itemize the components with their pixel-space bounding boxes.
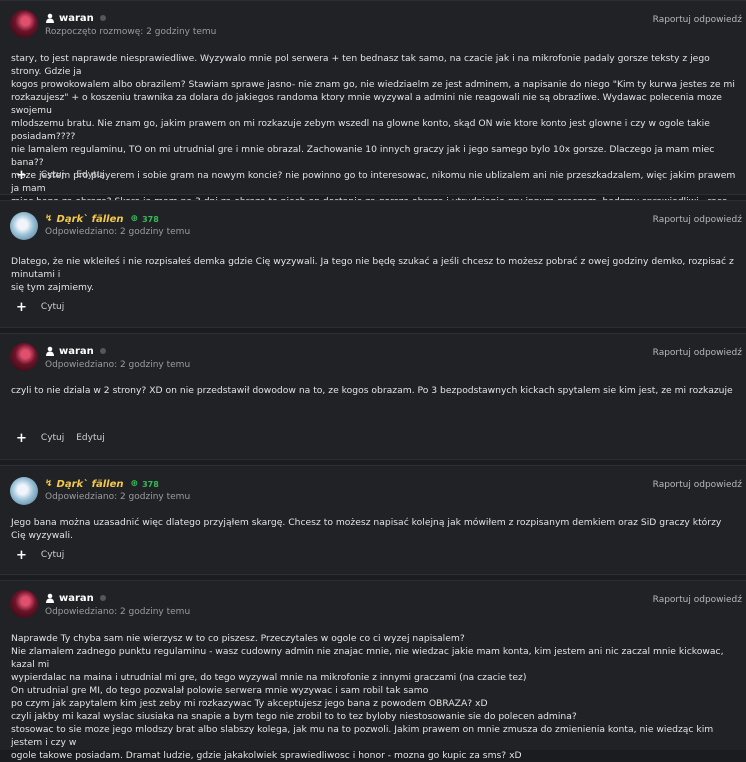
report-link[interactable]: Raportuj odpowiedź xyxy=(653,215,742,225)
post-line: Nie zlamalem zadnego punktu regulaminu -… xyxy=(11,646,724,670)
post-line: czyli jakby mi kazal wyslac siusiaka na … xyxy=(11,711,577,722)
post-line: wypierdalac na maina i utrudnial mi gre,… xyxy=(11,672,527,683)
quote-button[interactable]: Cytuj xyxy=(41,302,64,312)
avatar[interactable] xyxy=(10,10,38,38)
report-link[interactable]: Raportuj odpowiedź xyxy=(653,15,742,25)
author-name[interactable]: waran xyxy=(59,346,94,357)
offline-status-icon xyxy=(99,15,106,21)
post-body: Naprawde Ty chyba sam nie wierzysz w to … xyxy=(11,632,738,762)
post-line: nie lamalem regulaminu, TO on mi utrudni… xyxy=(11,144,715,168)
post-3: waran Odpowiedziano: 2 godziny temu Rapo… xyxy=(0,333,746,460)
avatar[interactable] xyxy=(10,212,38,240)
add-reaction-icon[interactable]: + xyxy=(16,168,27,183)
offline-status-icon xyxy=(99,595,106,601)
post-line: ogole takowe posiadam. Dramat ludzie, gd… xyxy=(11,750,522,761)
user-rank-icon: ↯ xyxy=(45,214,53,224)
post-actions: + Cytuj xyxy=(16,548,76,563)
quote-button[interactable]: Cytuj xyxy=(41,550,64,560)
author-name[interactable]: waran xyxy=(59,13,94,24)
post-line: po czym jak zapytalem kim jest zeby mi r… xyxy=(11,698,488,709)
post-actions: + Cytuj Edytuj xyxy=(16,168,117,183)
user-icon xyxy=(46,346,54,356)
author-name[interactable]: Dąrk` fällen xyxy=(57,479,124,490)
post-author: ↯ Dąrk` fällen ⊕ 378 xyxy=(45,477,159,491)
post-actions: + Cytuj Edytuj xyxy=(16,431,117,446)
avatar[interactable] xyxy=(10,343,38,371)
add-reaction-icon[interactable]: + xyxy=(16,431,27,446)
post-author: ↯ Dąrk` fällen ⊕ 378 xyxy=(45,212,159,226)
reputation-value: 378 xyxy=(142,214,159,224)
avatar[interactable] xyxy=(10,477,38,505)
post-line: rozkazujesz" + o koszeniu trawnika za do… xyxy=(11,92,722,116)
user-icon xyxy=(46,593,54,603)
post-meta: Odpowiedziano: 2 godziny temu xyxy=(45,492,191,502)
post-line: stary, to jest naprawde niesprawiedliwe.… xyxy=(11,53,710,77)
user-rank-icon: ↯ xyxy=(45,479,53,489)
post-body: Jego bana można uzasadnić więc dlatego p… xyxy=(11,516,738,542)
post-actions: + Cytuj xyxy=(16,300,76,315)
post-meta: Rozpoczęto rozmowę: 2 godziny temu xyxy=(45,27,217,37)
post-line: Naprawde Ty chyba sam nie wierzysz w to … xyxy=(11,633,465,644)
report-link[interactable]: Raportuj odpowiedź xyxy=(653,348,742,358)
post-line: Dlatego, że nie wkleiłeś i nie rozpisałe… xyxy=(11,256,734,280)
report-link[interactable]: Raportuj odpowiedź xyxy=(653,595,742,605)
post-author: waran xyxy=(45,344,106,358)
post-line: czyli to nie dziala w 2 strony? XD on ni… xyxy=(11,385,733,396)
reputation-value: 378 xyxy=(142,479,159,489)
post-author: waran xyxy=(45,11,106,25)
user-icon xyxy=(46,13,54,23)
post-body: Dlatego, że nie wkleiłeś i nie rozpisałe… xyxy=(11,255,738,294)
post-2: ↯ Dąrk` fällen ⊕ 378 Odpowiedziano: 2 go… xyxy=(0,200,746,328)
offline-status-icon xyxy=(99,348,106,354)
post-author: waran xyxy=(45,591,106,605)
edit-button[interactable]: Edytuj xyxy=(76,170,104,180)
post-meta: Odpowiedziano: 2 godziny temu xyxy=(45,227,191,237)
post-4: ↯ Dąrk` fällen ⊕ 378 Odpowiedziano: 2 go… xyxy=(0,465,746,575)
author-name[interactable]: Dąrk` fällen xyxy=(57,214,124,225)
report-link[interactable]: Raportuj odpowiedź xyxy=(653,480,742,490)
add-reaction-icon[interactable]: + xyxy=(16,548,27,563)
post-line: mlodszemu bratu. Nie znam go, jakim praw… xyxy=(11,118,710,142)
post-meta: Odpowiedziano: 2 godziny temu xyxy=(45,607,191,617)
quote-button[interactable]: Cytuj xyxy=(41,433,64,443)
post-line: moze jestem pro playerem i sobie gram na… xyxy=(11,170,736,194)
post-body: stary, to jest naprawde niesprawiedliwe.… xyxy=(11,52,738,221)
reputation-icon: ⊕ xyxy=(130,479,139,489)
reputation-icon: ⊕ xyxy=(130,214,139,224)
post-line: Jego bana można uzasadnić więc dlatego p… xyxy=(11,517,722,541)
post-body: czyli to nie dziala w 2 strony? XD on ni… xyxy=(11,384,738,397)
post-line: On utrudnial gre MI, do tego pozwalał po… xyxy=(11,685,429,696)
post-meta: Odpowiedziano: 2 godziny temu xyxy=(45,360,191,370)
quote-button[interactable]: Cytuj xyxy=(41,170,64,180)
post-line: stosowac to sie moze jego mlodszy brat a… xyxy=(11,724,714,748)
edit-button[interactable]: Edytuj xyxy=(76,433,104,443)
author-name[interactable]: waran xyxy=(59,593,94,604)
avatar[interactable] xyxy=(10,590,38,618)
post-1: waran Rozpoczęto rozmowę: 2 godziny temu… xyxy=(0,0,746,220)
add-reaction-icon[interactable]: + xyxy=(16,300,27,315)
post-5: waran Odpowiedziano: 2 godziny temu Rapo… xyxy=(0,580,746,761)
post-line: kogos prowokowalem albo obrazilem? Stawi… xyxy=(11,79,735,90)
post-line: się tym zajmiemy. xyxy=(11,282,94,293)
